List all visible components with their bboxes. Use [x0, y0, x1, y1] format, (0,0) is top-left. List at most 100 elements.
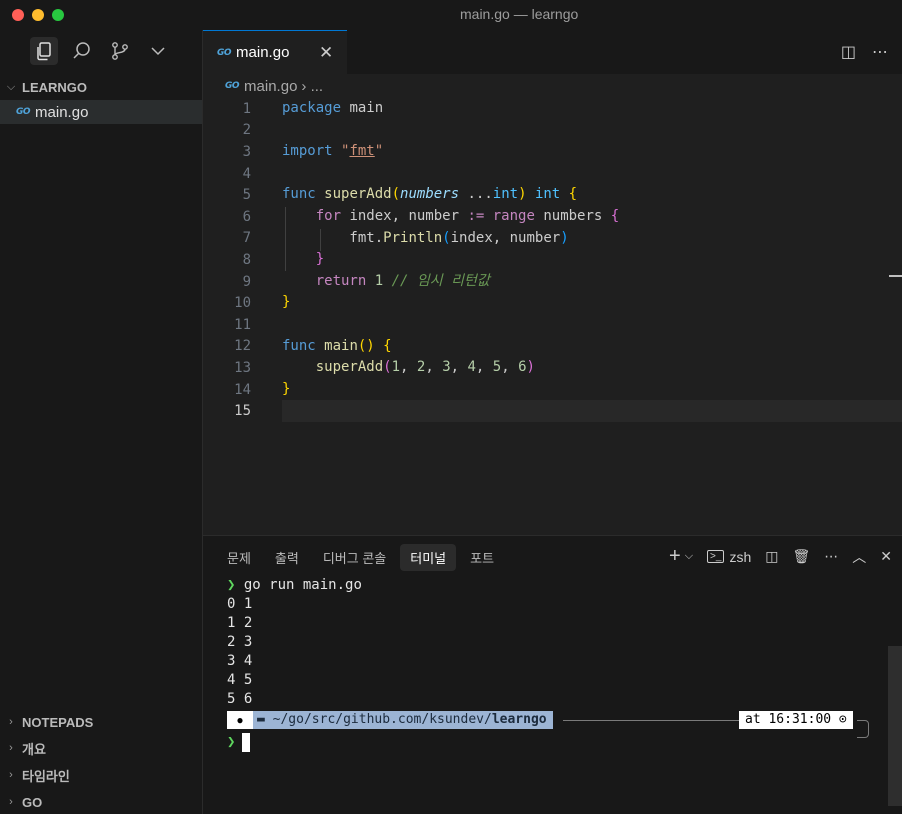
code-line-8: }	[315, 251, 325, 268]
terminal-output[interactable]: ❯ go run main.go 0 1 1 2 2 3 3 4 4 5 5 6	[227, 576, 362, 709]
more-actions-icon[interactable]: ⋯	[824, 548, 838, 565]
section-timeline[interactable]: › 타임라인	[0, 764, 203, 786]
section-outline[interactable]: › 개요	[0, 737, 203, 759]
terminal-output-line: 2 3	[227, 634, 253, 650]
breadcrumb: GO main.go › ...	[203, 74, 902, 98]
terminal-output-line: 3 4	[227, 653, 253, 669]
prompt-divider	[563, 720, 739, 721]
tab-ports[interactable]: 포트	[460, 544, 504, 571]
terminal-command: go run main.go	[243, 577, 362, 593]
code-line-10: }	[282, 294, 291, 311]
section-go[interactable]: › GO	[0, 791, 203, 813]
line-number: 3	[242, 143, 251, 160]
tab-problems[interactable]: 문제	[217, 544, 261, 571]
trash-icon[interactable]: 🗑	[792, 548, 810, 565]
code-line-5: func superAdd(numbers ...int) int {	[282, 186, 578, 203]
explorer-section-title: LEARNGO	[22, 79, 87, 95]
section-label: 개요	[22, 741, 46, 757]
minimize-window-button[interactable]	[32, 9, 44, 21]
section-notepads[interactable]: › NOTEPADS	[0, 711, 203, 733]
line-number: 2	[242, 122, 251, 139]
maximize-panel-icon[interactable]: ︿	[852, 547, 866, 567]
prompt-tail	[857, 720, 869, 738]
code-line-3: import "fmt"	[282, 143, 384, 160]
code-line-9: return 1 // 임시 리턴값	[315, 272, 490, 289]
chevron-down-icon[interactable]: ⌵	[685, 550, 693, 563]
explorer-section-learngo[interactable]: ⌵ LEARNGO	[0, 76, 203, 98]
tab-main-go[interactable]: GO main.go ✕	[203, 30, 347, 74]
line-number: 6	[242, 208, 251, 225]
terminal-output-line: 1 2	[227, 615, 253, 631]
code-line-13: superAdd(1, 2, 3, 4, 5, 6)	[315, 359, 535, 376]
files-icon[interactable]	[30, 37, 58, 65]
line-number: 13	[234, 359, 251, 376]
close-window-button[interactable]	[12, 9, 24, 21]
split-editor-icon[interactable]: ◫	[841, 42, 856, 62]
line-number: 12	[234, 338, 251, 355]
tab-terminal[interactable]: 터미널	[400, 544, 457, 571]
code-line-7: fmt.Println(index, number)	[282, 229, 569, 246]
line-number: 10	[234, 295, 251, 312]
breadcrumb-file[interactable]: main.go	[244, 78, 297, 95]
breadcrumb-rest[interactable]: › ...	[301, 78, 323, 95]
line-number: 5	[242, 187, 251, 204]
section-label: NOTEPADS	[22, 714, 94, 730]
terminal-icon: >_	[707, 550, 725, 563]
line-number: 9	[242, 273, 251, 290]
activity-bar	[0, 30, 203, 74]
prompt-time: at 16:31:00 ⊙	[739, 711, 853, 729]
close-icon[interactable]: ✕	[319, 43, 333, 63]
source-control-icon[interactable]	[109, 40, 131, 62]
terminal-shell-selector[interactable]: >_ zsh	[707, 549, 751, 565]
search-icon[interactable]	[71, 40, 93, 62]
split-terminal-icon[interactable]: ◫	[765, 548, 778, 565]
code-line-1: package main	[282, 100, 384, 116]
code-line-12: func main() {	[282, 337, 392, 354]
chevron-right-icon: ›	[9, 742, 13, 754]
section-label: 타임라인	[22, 768, 70, 784]
code-line-14: }	[282, 380, 291, 397]
line-number: 11	[234, 316, 251, 333]
clock-icon: ⊙	[838, 712, 847, 727]
tab-debug-console[interactable]: 디버그 콘솔	[313, 544, 396, 571]
terminal-output-line: 4 5	[227, 672, 253, 688]
chevron-down-icon[interactable]	[147, 40, 169, 62]
terminal-output-line: 5 6	[227, 691, 253, 707]
terminal-command-line: ❯ go run main.go	[227, 576, 362, 595]
terminal-input-line[interactable]: ❯	[227, 733, 250, 752]
panel-tabs: 문제 출력 디버그 콘솔 터미널 포트	[217, 544, 508, 571]
chevron-down-icon: ⌵	[6, 80, 16, 93]
window-title: main.go — learngo	[460, 6, 579, 22]
chevron-right-icon: ›	[9, 796, 13, 808]
prompt-arrow-icon: ❯	[227, 734, 236, 750]
bottom-panel: 문제 출력 디버그 콘솔 터미널 포트 + ⌵ >_ zsh ◫ 🗑 ⋯ ︿ ✕…	[203, 535, 902, 814]
terminal-output-line: 0 1	[227, 596, 253, 612]
tab-output[interactable]: 출력	[265, 544, 309, 571]
terminal-scrollbar[interactable]	[888, 646, 902, 806]
more-actions-icon[interactable]: ⋯	[872, 42, 888, 62]
editor-actions: ◫ ⋯	[841, 42, 888, 62]
explorer-file-label: main.go	[35, 103, 89, 121]
line-number: 8	[242, 251, 251, 268]
go-file-icon: GO	[16, 107, 31, 117]
path-prefix: ~/go/src/github.com/ksundev/	[272, 712, 492, 727]
line-number: 7	[242, 230, 251, 247]
sidebar: ⌵ LEARNGO GO main.go › NOTEPADS › 개요 › 타…	[0, 30, 203, 814]
code-editor[interactable]: 1 package main 2 3 import "fmt" 4 5 func…	[203, 98, 902, 535]
explorer-file-main-go[interactable]: GO main.go	[0, 100, 202, 124]
new-terminal-icon[interactable]: +	[669, 545, 681, 568]
section-label: GO	[22, 794, 43, 810]
chevron-right-icon: ›	[9, 769, 13, 781]
terminal-cursor	[242, 733, 250, 752]
close-panel-icon[interactable]: ✕	[880, 548, 892, 565]
line-number-active: 15	[234, 403, 251, 420]
line-number: 1	[242, 100, 251, 117]
code-line-6: for index, number := range numbers {	[315, 208, 620, 224]
tab-label: main.go	[236, 44, 290, 61]
zoom-window-button[interactable]	[52, 9, 64, 21]
editor-tab-bar: GO main.go ✕ ◫ ⋯	[203, 30, 902, 74]
panel-actions: + ⌵ >_ zsh ◫ 🗑 ⋯ ︿ ✕	[669, 545, 892, 568]
time-text: at 16:31:00	[745, 712, 832, 727]
path-dir: learngo	[491, 712, 547, 727]
prompt-status-line: ● ▬ ~/go/src/github.com/ksundev/learngo …	[227, 711, 872, 738]
